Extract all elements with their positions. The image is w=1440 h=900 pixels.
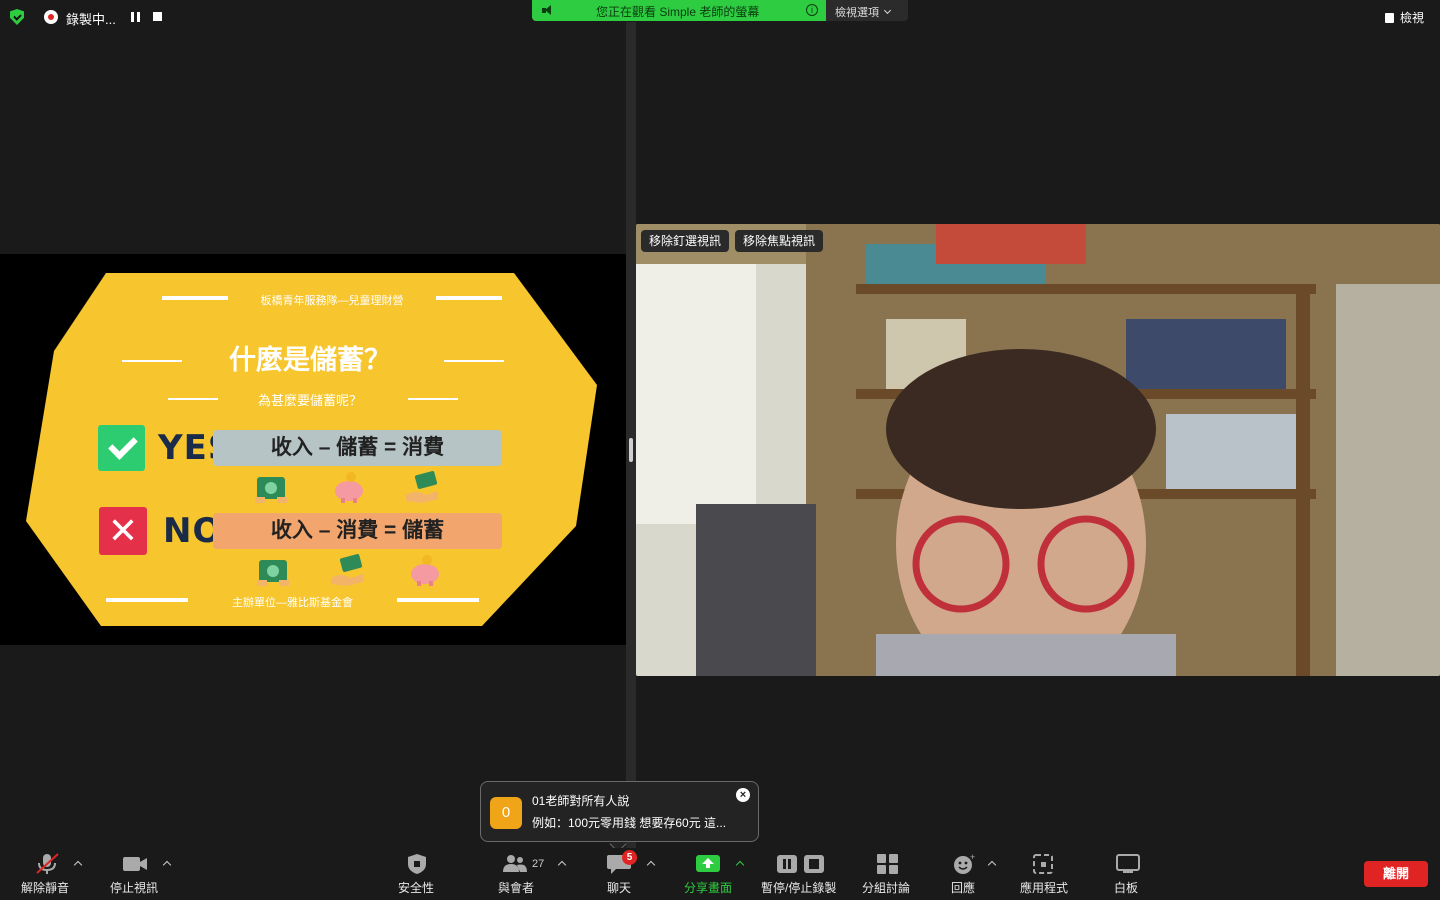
bottom-toolbar: 解除靜音 停止視訊 安全性 27 與會者 5 聊天 分享畫面 暫停/停止錄製 分… [0,848,1440,900]
close-mark-icon: ✕ [107,510,139,551]
stop-video-button[interactable]: 停止視訊 [100,848,172,900]
participants-button[interactable]: 27 與會者 [490,848,550,900]
slide-bar [397,598,479,602]
chat-notification[interactable]: 0 01老師對所有人說 例如：100元零用錢 想要存60元 這... × [480,781,759,842]
recording-indicator-icon [44,10,58,24]
chat-unread-badge: 5 [622,850,637,865]
info-icon[interactable]: i [806,4,818,16]
yes-formula: 收入 – 儲蓄 = 消費 [213,430,502,466]
slide-bar [106,598,188,602]
slide-bar [436,296,502,300]
reactions-label: 回應 [951,881,976,895]
recording-label: 錄製中... [66,12,116,27]
participants-options-chevron-icon[interactable] [557,860,567,870]
security-label: 安全性 [398,881,435,895]
money-bundle-icon [255,477,287,503]
apps-label: 應用程式 [1020,881,1069,895]
reactions-options-chevron-icon[interactable] [987,860,997,870]
close-icon[interactable]: × [736,788,750,802]
share-options-chevron-icon[interactable] [735,860,745,870]
view-button[interactable]: 檢視 [1384,9,1424,26]
video-camera-icon [123,857,147,871]
top-bar: 錄製中... 您正在觀看 Simple 老師的螢幕 i 檢視選項 檢視 [0,0,1440,34]
chat-message: 例如：100元零用錢 想要存60元 這... [532,816,727,830]
share-screen-icon [696,855,720,872]
pause-stop-recording-label: 暫停/停止錄製 [761,881,837,895]
stop-video-label: 停止視訊 [110,881,159,895]
piggy-bank-icon [335,472,363,503]
view-layout-icon [1384,13,1394,23]
pause-stop-recording-icon [777,855,824,873]
apps-button[interactable]: 應用程式 [1016,848,1072,900]
slide-title: 什麼是儲蓄？ [229,345,391,375]
chat-label: 聊天 [607,881,632,895]
muted-microphone-icon [36,853,59,874]
chat-sender: 01老師對所有人說 [532,794,630,808]
reactions-button[interactable]: + 回應 [944,848,984,900]
share-screen-label: 分享畫面 [684,881,733,895]
no-formula: 收入 – 消費 = 儲蓄 [213,513,502,549]
leave-button[interactable]: 離開 [1364,861,1428,887]
participants-count: 27 [532,858,545,870]
security-button[interactable]: 安全性 [392,848,442,900]
participants-icon [503,855,527,872]
share-screen-button[interactable]: 分享畫面 [680,848,736,900]
video-frame [636,224,1440,676]
piggy-bank-icon [411,555,439,586]
viewing-share-text: 您正在觀看 Simple 老師的螢幕 [596,5,760,19]
slide-bar [162,296,228,300]
slide-host-text: 主辦單位—雅比斯基金會 [232,597,353,609]
meeting-window: 錄製中... 您正在觀看 Simple 老師的螢幕 i 檢視選項 檢視 板橋青年… [0,0,1440,900]
participant-video[interactable] [636,224,1440,676]
view-options-label: 檢視選項 [835,7,879,19]
unmute-button[interactable]: 解除靜音 [12,848,84,900]
security-shield-icon[interactable] [10,9,24,25]
avatar: 0 [490,797,522,829]
panel-divider[interactable] [626,22,636,848]
whiteboard-button[interactable]: 白板 [1108,848,1148,900]
view-options-button[interactable]: 檢視選項 [826,0,908,21]
chat-options-chevron-icon[interactable] [646,860,656,870]
remove-spotlight-button[interactable]: 移除焦點視訊 [735,230,824,252]
participants-label: 與會者 [498,881,535,895]
view-button-label: 檢視 [1399,11,1424,25]
stop-recording-icon[interactable] [153,12,162,21]
hand-money-icon [331,554,363,586]
pause-stop-recording-button[interactable]: 暫停/停止錄製 [758,848,844,900]
chevron-down-icon [883,6,892,15]
speaker-icon [542,5,554,16]
remove-pin-button[interactable]: 移除釘選視訊 [641,230,730,252]
reactions-smiley-icon: + [954,853,975,874]
viewing-share-banner: 您正在觀看 Simple 老師的螢幕 i [532,0,826,21]
chat-button[interactable]: 5 聊天 [594,848,644,900]
shield-icon [408,854,426,874]
apps-icon [1033,854,1053,874]
slide-org-text: 板橋青年服務隊—兒童理財營 [260,295,404,307]
unmute-label: 解除靜音 [21,881,70,895]
svg-text:+: + [970,853,975,862]
whiteboard-icon [1116,854,1140,873]
breakout-rooms-label: 分組討論 [862,881,911,895]
breakout-rooms-icon [877,854,898,874]
check-icon [98,425,145,471]
hand-money-icon [406,471,438,503]
pause-recording-icon[interactable] [131,12,140,22]
slide-subtitle: 為甚麼要儲蓄呢？ [257,393,362,408]
whiteboard-label: 白板 [1114,881,1139,895]
breakout-rooms-button[interactable]: 分組討論 [860,848,916,900]
money-bundle-icon [257,560,289,586]
drag-handle[interactable] [629,438,633,462]
